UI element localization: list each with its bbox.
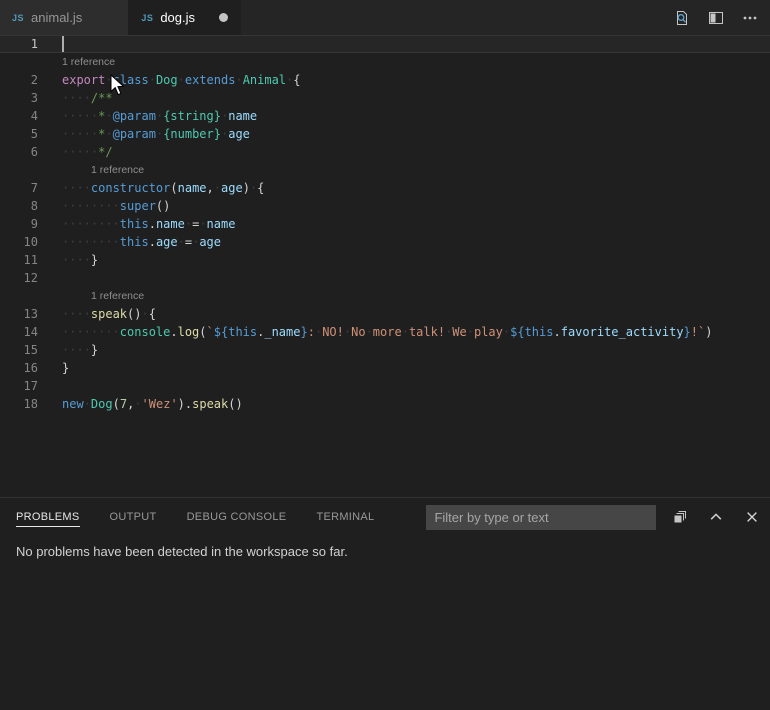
code-line-8[interactable]: 8········super() bbox=[0, 197, 770, 215]
editor-tab-dog.js[interactable]: JS dog.js bbox=[129, 0, 241, 35]
code-line-3[interactable]: 3····/** bbox=[0, 89, 770, 107]
code-line-14[interactable]: 14········console.log(`${this._name}:·NO… bbox=[0, 323, 770, 341]
editor-tab-animal.js[interactable]: JS animal.js bbox=[0, 0, 129, 35]
panel-tab-debug-console[interactable]: DEBUG CONSOLE bbox=[187, 507, 287, 527]
code-text: ····/** bbox=[38, 89, 113, 107]
line-number: 9 bbox=[0, 215, 38, 233]
line-number: 12 bbox=[0, 269, 38, 287]
code-text bbox=[38, 377, 62, 395]
problems-message: No problems have been detected in the wo… bbox=[0, 536, 770, 567]
panel-actions bbox=[656, 507, 762, 527]
line-number: 18 bbox=[0, 395, 38, 413]
code-line-13[interactable]: 13····speak()·{ bbox=[0, 305, 770, 323]
text-caret bbox=[62, 36, 64, 52]
code-text: ········super() bbox=[38, 197, 170, 215]
code-line-5[interactable]: 5·····*·@param·{number}·age bbox=[0, 125, 770, 143]
code-text: ········this.name·=·name bbox=[38, 215, 235, 233]
code-text: ········this.age·=·age bbox=[38, 233, 221, 251]
code-area: 11 reference2export·class·Dog·extends·An… bbox=[0, 35, 770, 413]
line-number: 3 bbox=[0, 89, 38, 107]
collapse-all-icon[interactable] bbox=[670, 507, 690, 527]
modified-dot-icon bbox=[219, 13, 228, 22]
panel-tab-terminal[interactable]: TERMINAL bbox=[316, 507, 374, 527]
close-panel-icon[interactable] bbox=[742, 507, 762, 527]
line-number: 13 bbox=[0, 305, 38, 323]
search-editor-icon[interactable] bbox=[672, 8, 692, 28]
code-text: ····} bbox=[38, 251, 98, 269]
line-number: 15 bbox=[0, 341, 38, 359]
line-number: 8 bbox=[0, 197, 38, 215]
code-line-7[interactable]: 7····constructor(name,·age)·{ bbox=[0, 179, 770, 197]
tab-label: dog.js bbox=[160, 10, 195, 25]
panel-tabs: PROBLEMS OUTPUT DEBUG CONSOLE TERMINAL bbox=[16, 507, 404, 527]
line-number: 17 bbox=[0, 377, 38, 395]
code-text: ·····*·@param·{number}·age bbox=[38, 125, 250, 143]
editor-tab-bar: JS animal.js JS dog.js bbox=[0, 0, 770, 35]
panel-tab-problems[interactable]: PROBLEMS bbox=[16, 507, 80, 527]
problems-filter-input[interactable] bbox=[426, 505, 656, 530]
code-text: ·····*/ bbox=[38, 143, 113, 161]
line-number: 11 bbox=[0, 251, 38, 269]
editor-actions bbox=[672, 0, 770, 35]
code-text: ·····*·@param·{string}·name bbox=[38, 107, 257, 125]
code-line-6[interactable]: 6·····*/ bbox=[0, 143, 770, 161]
maximize-panel-icon[interactable] bbox=[706, 507, 726, 527]
code-line-12[interactable]: 12 bbox=[0, 269, 770, 287]
code-line-16[interactable]: 16} bbox=[0, 359, 770, 377]
line-number: 10 bbox=[0, 233, 38, 251]
panel-tab-output[interactable]: OUTPUT bbox=[110, 507, 157, 527]
javascript-file-icon: JS bbox=[12, 13, 24, 23]
codelens-reference[interactable]: 1 reference bbox=[0, 161, 770, 179]
line-number: 2 bbox=[0, 71, 38, 89]
codelens-reference[interactable]: 1 reference bbox=[0, 53, 770, 71]
code-line-2[interactable]: 2export·class·Dog·extends·Animal·{ bbox=[0, 71, 770, 89]
code-line-9[interactable]: 9········this.name·=·name bbox=[0, 215, 770, 233]
code-line-18[interactable]: 18new·Dog(7,·'Wez').speak() bbox=[0, 395, 770, 413]
line-number: 14 bbox=[0, 323, 38, 341]
tab-label: animal.js bbox=[31, 10, 82, 25]
code-line-4[interactable]: 4·····*·@param·{string}·name bbox=[0, 107, 770, 125]
split-editor-icon[interactable] bbox=[706, 8, 726, 28]
code-editor[interactable]: 11 reference2export·class·Dog·extends·An… bbox=[0, 35, 770, 497]
line-number: 7 bbox=[0, 179, 38, 197]
bottom-panel: PROBLEMS OUTPUT DEBUG CONSOLE TERMINAL bbox=[0, 497, 770, 710]
code-text: ····constructor(name,·age)·{ bbox=[38, 179, 264, 197]
code-line-1[interactable]: 1 bbox=[0, 35, 770, 53]
line-number: 4 bbox=[0, 107, 38, 125]
more-actions-icon[interactable] bbox=[740, 8, 760, 28]
panel-header: PROBLEMS OUTPUT DEBUG CONSOLE TERMINAL bbox=[0, 498, 770, 536]
code-line-11[interactable]: 11····} bbox=[0, 251, 770, 269]
code-text: new·Dog(7,·'Wez').speak() bbox=[38, 395, 243, 413]
editor-tabs: JS animal.js JS dog.js bbox=[0, 0, 241, 35]
code-text: } bbox=[38, 359, 69, 377]
code-text: ········console.log(`${this._name}:·NO!·… bbox=[38, 323, 712, 341]
codelens-reference[interactable]: 1 reference bbox=[0, 287, 770, 305]
line-number: 16 bbox=[0, 359, 38, 377]
code-text: ····speak()·{ bbox=[38, 305, 156, 323]
vscode-window: JS animal.js JS dog.js bbox=[0, 0, 770, 710]
code-line-17[interactable]: 17 bbox=[0, 377, 770, 395]
line-number: 5 bbox=[0, 125, 38, 143]
code-text: export·class·Dog·extends·Animal·{ bbox=[38, 71, 301, 89]
code-line-15[interactable]: 15····} bbox=[0, 341, 770, 359]
code-line-10[interactable]: 10········this.age·=·age bbox=[0, 233, 770, 251]
code-text: ····} bbox=[38, 341, 98, 359]
javascript-file-icon: JS bbox=[141, 13, 153, 23]
code-text bbox=[38, 35, 62, 53]
line-number: 1 bbox=[0, 35, 38, 53]
code-text bbox=[38, 269, 62, 287]
line-number: 6 bbox=[0, 143, 38, 161]
tab-spacer bbox=[98, 13, 116, 22]
